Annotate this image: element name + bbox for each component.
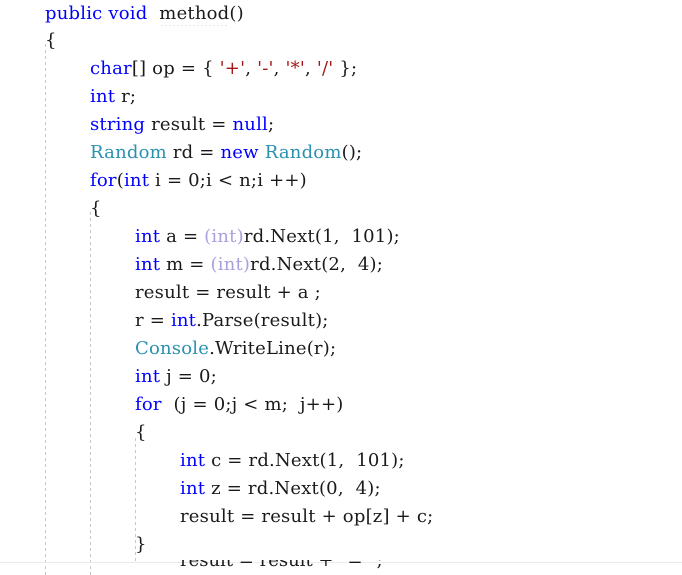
token-plain: m = <box>160 254 211 275</box>
code-line[interactable]: char[] op = { '+', '-', '*', '/' }; <box>0 55 682 83</box>
code-editor[interactable]: public void method() { char[] op = { '+', … <box>0 0 682 575</box>
token-kw: int <box>90 86 116 107</box>
code-line[interactable]: int j = 0; <box>0 363 682 391</box>
token-plain: , <box>305 58 317 79</box>
code-line[interactable]: int m = (int)rd.Next(2, 4); <box>0 251 682 279</box>
token-kw: int <box>135 254 161 275</box>
code-line[interactable]: { <box>0 419 682 447</box>
code-line[interactable]: for(int i = 0;i < n;i ++) <box>0 167 682 195</box>
token-kw: null <box>232 114 268 135</box>
token-plain: ; <box>267 114 275 135</box>
token-kw: int <box>180 450 206 471</box>
token-kw: int <box>135 226 161 247</box>
code-line[interactable]: Random rd = new Random(); <box>0 139 682 167</box>
token-plain: (); <box>341 142 363 163</box>
token-plain: (j = 0;j < m; j++) <box>161 394 344 415</box>
token-plain: r = <box>135 310 171 331</box>
clipped-next-line[interactable]: result = result + "=" ; <box>0 560 682 575</box>
code-line[interactable]: Console.WriteLine(r); <box>0 335 682 363</box>
code-line[interactable]: for (j = 0;j < m; j++) <box>0 391 682 419</box>
token-plain: .Parse(result); <box>196 310 329 331</box>
code-line[interactable]: int c = rd.Next(1, 101); <box>0 447 682 475</box>
code-line[interactable]: int r; <box>0 83 682 111</box>
token-type: Console <box>135 338 210 359</box>
code-line[interactable]: result = result + a ; <box>0 279 682 307</box>
token-plain: , <box>245 58 258 79</box>
token-plain: [] op = { <box>131 58 220 79</box>
token-plain: rd.Next(2, 4); <box>250 254 383 275</box>
token-plain: j = 0; <box>160 366 217 387</box>
code-line[interactable]: } <box>0 531 682 559</box>
code-line[interactable]: public void method() <box>0 0 682 27</box>
code-line[interactable]: result = result + op[z] + c; <box>0 503 682 531</box>
token-kw: public <box>45 3 103 24</box>
token-plain: rd = <box>166 142 221 163</box>
token-punct: () <box>229 3 244 24</box>
token-brace: { <box>45 30 57 51</box>
token-kw: char <box>90 58 132 79</box>
token-kw: int <box>123 170 150 191</box>
code-line[interactable]: { <box>0 195 682 223</box>
token-kw: for <box>135 394 162 415</box>
token-char: '-' <box>257 58 274 79</box>
token-plain: , <box>273 58 286 79</box>
token-plain: result = result + a ; <box>135 282 321 303</box>
code-line[interactable]: { <box>0 27 682 55</box>
token-plain: i = 0;i < n;i ++) <box>149 170 307 191</box>
token-kw: new <box>220 142 259 163</box>
code-line[interactable]: int z = rd.Next(0, 4); <box>0 475 682 503</box>
token-kw: for <box>90 170 117 191</box>
token-kw: int <box>170 310 197 331</box>
clipped-line-token: result = result + "=" ; <box>180 560 383 571</box>
token-kw: int <box>135 366 161 387</box>
identifier-with-suggestion: method <box>159 0 229 27</box>
token-plain: r; <box>115 86 137 107</box>
token-plain: .WriteLine(r); <box>209 338 337 359</box>
code-line[interactable]: string result = null; <box>0 111 682 139</box>
token-char: '*' <box>285 58 306 79</box>
token-char: '+' <box>219 58 246 79</box>
token-kw: int <box>180 478 206 499</box>
token-kw: string <box>90 114 146 135</box>
token-plain: ( <box>116 170 124 191</box>
token-cast: (int) <box>210 254 251 275</box>
token-plain: z = rd.Next(0, 4); <box>205 478 381 499</box>
clipped-line-text: result = result + "=" ; <box>0 560 383 575</box>
token-plain: a = <box>160 226 205 247</box>
code-surface[interactable]: public void method() { char[] op = { '+', … <box>0 0 682 575</box>
code-line[interactable]: int a = (int)rd.Next(1, 101); <box>0 223 682 251</box>
token-plain: rd.Next(1, 101); <box>243 226 400 247</box>
token-kw: void <box>108 3 148 24</box>
token-type: Random <box>264 142 342 163</box>
code-line[interactable]: r = int.Parse(result); <box>0 307 682 335</box>
token-type: Random <box>90 142 167 163</box>
token-brace: { <box>135 422 147 443</box>
token-brace: } <box>135 534 147 555</box>
token-plain: }; <box>333 58 358 79</box>
token-brace: { <box>90 198 102 219</box>
token-cast: (int) <box>204 226 244 247</box>
token-plain: result = <box>145 114 233 135</box>
token-plain: result = result + op[z] + c; <box>180 506 434 527</box>
token-plain: c = rd.Next(1, 101); <box>205 450 405 471</box>
token-char: '/' <box>316 58 334 79</box>
